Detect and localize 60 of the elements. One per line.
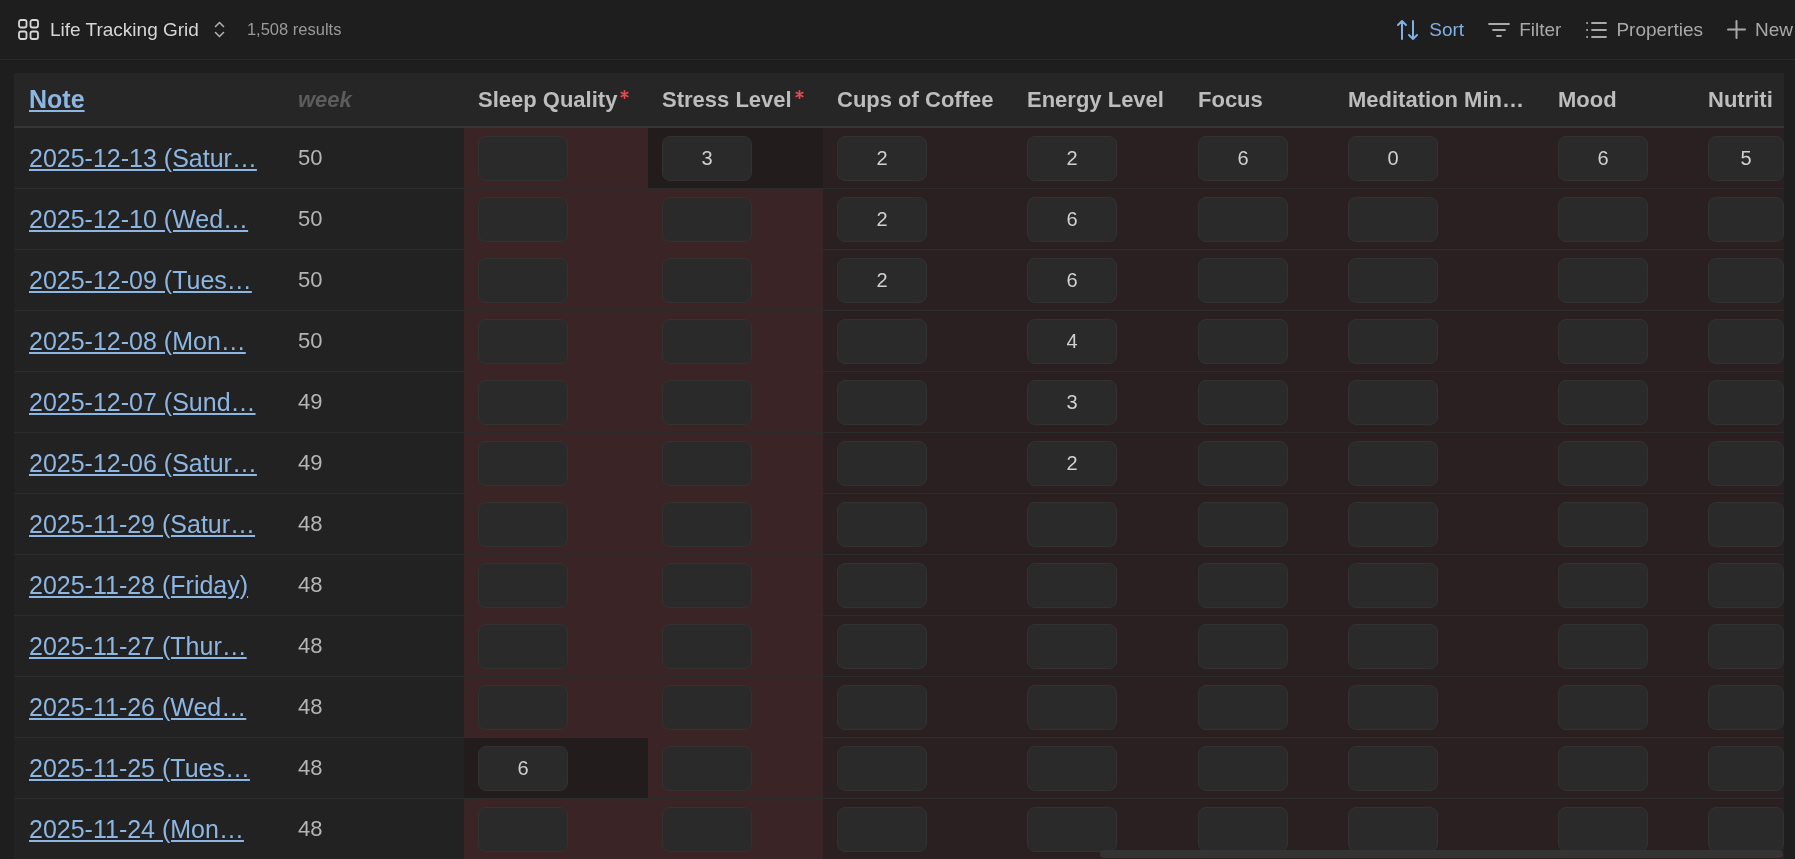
note-link[interactable]: 2025-12-07 (Sund… bbox=[29, 387, 256, 417]
number-field[interactable]: 3 bbox=[1027, 379, 1117, 425]
week-value: 49 bbox=[298, 450, 323, 476]
sort-icon bbox=[1396, 18, 1421, 41]
number-field[interactable]: 2 bbox=[837, 135, 927, 181]
week-value: 48 bbox=[298, 755, 323, 781]
number-field[interactable]: 3 bbox=[662, 135, 752, 181]
number-field[interactable]: 4 bbox=[1027, 318, 1117, 364]
number-field[interactable]: 2 bbox=[1027, 440, 1117, 486]
sort-button[interactable]: Sort bbox=[1396, 18, 1465, 41]
week-value: 50 bbox=[298, 206, 323, 232]
number-field[interactable]: 2 bbox=[837, 257, 927, 303]
week-value: 48 bbox=[298, 816, 323, 842]
plus-icon bbox=[1727, 20, 1746, 39]
new-button[interactable]: New bbox=[1727, 18, 1793, 41]
week-value: 50 bbox=[298, 267, 323, 293]
week-value: 49 bbox=[298, 389, 323, 415]
number-field[interactable]: 6 bbox=[478, 745, 568, 791]
note-link[interactable]: 2025-11-25 (Tues… bbox=[29, 753, 250, 783]
grid-icon bbox=[18, 19, 39, 40]
number-field[interactable]: 2 bbox=[837, 196, 927, 242]
view-selector[interactable]: Life Tracking Grid bbox=[18, 18, 225, 41]
number-field[interactable]: 6 bbox=[1558, 135, 1648, 181]
number-field[interactable]: 0 bbox=[1348, 135, 1438, 181]
number-field[interactable]: 6 bbox=[1198, 135, 1288, 181]
chevron-up-down-icon bbox=[213, 21, 225, 38]
column-header[interactable]: Mood bbox=[1544, 73, 1694, 126]
column-header[interactable]: Sleep Quality bbox=[464, 73, 648, 126]
week-value: 48 bbox=[298, 694, 323, 720]
note-link[interactable]: 2025-12-09 (Tues… bbox=[29, 265, 252, 295]
column-header[interactable]: Energy Level bbox=[1013, 73, 1184, 126]
note-link[interactable]: 2025-12-08 (Mon… bbox=[29, 326, 246, 356]
filter-button[interactable]: Filter bbox=[1488, 18, 1562, 41]
number-field[interactable]: 2 bbox=[1027, 135, 1117, 181]
properties-button[interactable]: Properties bbox=[1585, 18, 1703, 41]
week-value: 48 bbox=[298, 511, 323, 537]
filter-icon bbox=[1488, 21, 1511, 38]
week-value: 48 bbox=[298, 572, 323, 598]
number-field[interactable]: 6 bbox=[1027, 257, 1117, 303]
column-header[interactable]: Stress Level bbox=[648, 73, 823, 126]
note-link[interactable]: 2025-11-28 (Friday) bbox=[29, 570, 249, 600]
results-count: 1,508 results bbox=[246, 20, 342, 39]
column-header[interactable]: Focus bbox=[1184, 73, 1334, 126]
note-link[interactable]: 2025-11-24 (Mon… bbox=[29, 814, 244, 844]
week-value: 50 bbox=[298, 145, 323, 171]
column-header[interactable]: Nutriti bbox=[1694, 73, 1784, 126]
note-link[interactable]: 2025-11-26 (Wed… bbox=[29, 692, 247, 722]
number-field[interactable]: 6 bbox=[1027, 196, 1117, 242]
column-header[interactable]: Cups of Coffee bbox=[823, 73, 1013, 126]
note-link[interactable]: 2025-12-13 (Satur… bbox=[29, 143, 257, 173]
week-value: 50 bbox=[298, 328, 323, 354]
note-link[interactable]: 2025-12-06 (Satur… bbox=[29, 448, 257, 478]
note-link[interactable]: 2025-12-10 (Wed… bbox=[29, 204, 249, 234]
week-value: 48 bbox=[298, 633, 323, 659]
list-icon bbox=[1585, 20, 1608, 39]
column-header[interactable]: Meditation Min… bbox=[1334, 73, 1544, 126]
column-header[interactable]: Note bbox=[14, 73, 284, 126]
number-field[interactable]: 5 bbox=[1708, 135, 1784, 181]
note-link[interactable]: 2025-11-27 (Thur… bbox=[29, 631, 247, 661]
note-link[interactable]: 2025-11-29 (Satur… bbox=[29, 509, 256, 539]
